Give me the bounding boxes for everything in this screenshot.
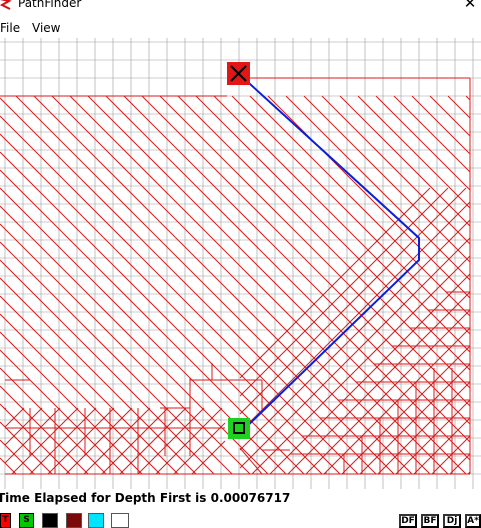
explored-edge	[0, 331, 143, 475]
explored-edge	[123, 95, 471, 443]
explored-edge	[239, 187, 449, 397]
explored-edge	[357, 95, 471, 209]
explored-edge	[0, 349, 125, 475]
explored-edge	[239, 447, 263, 475]
grid-canvas[interactable]	[0, 38, 481, 489]
explored-edge	[177, 95, 471, 389]
explored-edge	[87, 95, 467, 475]
explored-edge	[0, 151, 323, 475]
explored-edge	[447, 95, 471, 119]
swatch-white[interactable]	[111, 513, 129, 528]
explored-edge	[69, 95, 449, 475]
start-node-cell	[228, 418, 250, 439]
pathfinder-app-icon	[0, 0, 13, 12]
explored-edge	[11, 407, 79, 475]
explored-edge	[0, 259, 215, 475]
menu-file[interactable]: File	[0, 21, 20, 35]
depth-first-button[interactable]: DF	[399, 514, 417, 528]
explored-edge	[4, 407, 25, 428]
explored-edge	[101, 407, 169, 475]
menu-view[interactable]: View	[32, 21, 60, 35]
explored-edge	[4, 407, 43, 446]
explored-edge	[155, 407, 223, 475]
close-icon[interactable]: ✕	[460, 0, 480, 12]
bottom-toolbar: T S DF BF Dj A*	[0, 512, 481, 528]
explored-edge	[323, 327, 471, 475]
explored-edge	[195, 95, 471, 371]
title-bar: PathFinder ✕	[0, 0, 481, 14]
explored-edge	[0, 295, 179, 475]
explored-edge	[0, 313, 161, 475]
explored-edge	[15, 95, 395, 475]
explored-edge	[375, 95, 471, 191]
finish-marker-tool[interactable]: S	[19, 513, 34, 528]
explored-edge	[0, 223, 251, 475]
explored-edge	[83, 407, 151, 475]
explored-edge	[29, 407, 97, 475]
explored-edge	[141, 95, 471, 425]
explored-edge	[413, 417, 471, 475]
explored-edge	[395, 399, 471, 475]
explored-edge	[0, 97, 377, 475]
explored-edge	[0, 205, 269, 475]
explored-edge	[4, 407, 7, 410]
explored-edge	[287, 291, 471, 475]
start-node[interactable]	[228, 418, 250, 439]
explored-edge	[393, 95, 471, 173]
swatch-black[interactable]	[42, 513, 58, 528]
explored-edge	[65, 407, 133, 475]
explored-edge	[33, 95, 413, 475]
explored-edge	[0, 277, 197, 475]
explored-edge	[119, 407, 187, 475]
explored-edge	[0, 133, 341, 475]
breadth-first-button[interactable]: BF	[421, 514, 439, 528]
a-star-button[interactable]: A*	[465, 514, 481, 528]
explored-edge	[359, 363, 471, 475]
explored-edge	[0, 385, 89, 475]
explored-edge	[47, 407, 115, 475]
grid-svg[interactable]	[0, 38, 481, 489]
end-node[interactable]	[227, 62, 250, 85]
menu-bar: File View	[0, 18, 481, 38]
start-marker-tool[interactable]: T	[0, 513, 11, 528]
explored-edge	[449, 453, 471, 475]
window-title: PathFinder	[18, 0, 82, 10]
explored-edge	[285, 95, 471, 281]
explored-edge	[105, 95, 471, 461]
swatch-dark-red[interactable]	[66, 513, 82, 528]
status-text: Time Elapsed for Depth First is 0.000767…	[0, 491, 291, 505]
explored-edge	[465, 95, 471, 101]
swatch-cyan[interactable]	[88, 513, 104, 528]
explored-edge	[339, 95, 471, 227]
explored-edge	[429, 95, 471, 137]
explored-edge	[137, 407, 205, 475]
dijkstra-button[interactable]: Dj	[443, 514, 461, 528]
explored-edge	[411, 95, 471, 155]
explored-edge	[51, 95, 431, 475]
